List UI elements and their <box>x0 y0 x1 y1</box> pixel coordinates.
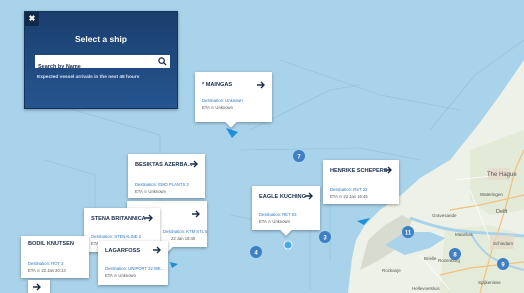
arrow-right-icon[interactable] <box>256 80 266 90</box>
cluster-marker[interactable]: 4 <box>250 246 262 258</box>
arrow-right-icon[interactable] <box>152 245 162 255</box>
ship-card[interactable]: BESIKTAS AZERBA... Destination: EMO PLAN… <box>128 154 205 198</box>
cluster-marker[interactable]: 7 <box>293 150 305 162</box>
arrow-right-icon[interactable] <box>304 191 314 201</box>
close-icon[interactable]: ✖ <box>25 12 39 26</box>
ship-name: STENA BRITANNICA <box>91 216 146 222</box>
ship-destination: Destination: UNIPORT 22 WE... <box>105 266 165 271</box>
search-input[interactable] <box>35 60 153 74</box>
place-label: Wateringen <box>480 192 503 197</box>
place-label: Hellevoetsluis <box>412 286 441 291</box>
ship-card[interactable]: LAGARFOSS Destination: UNIPORT 22 WE... … <box>98 241 168 285</box>
place-label: Rozenburg <box>438 258 461 263</box>
select-ship-panel: ✖ Select a ship Expected vessel arrivals… <box>24 11 178 109</box>
ship-name: BESIKTAS AZERBA... <box>135 162 193 168</box>
ship-destination: Destination: STENALINE 2 <box>91 234 142 239</box>
ship-name: LAGARFOSS <box>105 248 141 254</box>
arrivals-note: Expected vessel arrivals in the next 48 … <box>37 75 140 80</box>
place-label: Spijkenisse <box>478 280 501 285</box>
ship-card[interactable]: EAGLE KUCHING Destination: RET 03 ETA ⊙ … <box>252 186 320 236</box>
ship-destination: Destination: ROT 2 <box>28 261 64 266</box>
ship-eta: ETA ⊙ Unknown <box>259 219 290 224</box>
ship-eta: 22 Jan 16:40 <box>171 236 196 241</box>
ship-destination: Destination: EMO PLANTS 3 <box>135 182 189 187</box>
place-label: Maasluis <box>455 232 474 237</box>
ship-card[interactable]: * MAINGAS Destination: Unknown ETA ⊙ Unk… <box>195 72 272 128</box>
ship-name: EAGLE KUCHING <box>259 194 306 200</box>
place-label: Delft <box>496 209 508 215</box>
ship-eta: ETA ⊙ Unknown <box>105 273 136 278</box>
arrow-right-icon[interactable] <box>144 213 154 223</box>
cluster-marker[interactable]: 11 <box>402 226 414 238</box>
arrow-right-icon[interactable] <box>32 282 42 292</box>
ship-card-partial[interactable] <box>28 280 50 293</box>
ship-eta: ETA ⊙ Unknown <box>202 105 233 110</box>
ship-name: * MAINGAS <box>202 82 233 88</box>
ship-destination: Destination: Unknown <box>202 98 243 103</box>
ship-eta: ETA ⊙ Unknown <box>135 189 166 194</box>
ship-card[interactable]: BODIL KNUTSEN Destination: ROT 2 ETA ⊙ 2… <box>21 236 89 278</box>
vessel-dot[interactable] <box>283 240 293 250</box>
cluster-marker[interactable]: 3 <box>319 231 331 243</box>
search-icon[interactable] <box>158 57 167 66</box>
ship-name: HENRIKE SCHEPERS <box>330 168 388 174</box>
place-label: Schiedam <box>493 241 513 246</box>
ship-destination: Destination: KTM STL 5 <box>163 229 208 234</box>
place-label: Brielle <box>424 256 437 261</box>
ship-eta: ETA ⊙ 22 Jan 16:45 <box>330 194 368 199</box>
arrow-right-icon[interactable] <box>189 159 199 169</box>
ship-destination: Destination: RST 22 <box>330 187 368 192</box>
ship-eta: ETA ⊙ 22 Jan 20:13 <box>28 268 66 273</box>
panel-title: Select a ship <box>75 34 127 44</box>
search-box[interactable] <box>35 55 170 74</box>
cluster-marker[interactable]: 9 <box>497 258 509 270</box>
ship-name: BODIL KNUTSEN <box>28 241 74 247</box>
ship-destination: Destination: RET 03 <box>259 212 297 217</box>
place-label: Rockanje <box>382 268 401 273</box>
arrow-right-icon[interactable] <box>383 165 393 175</box>
place-label: The Hague <box>487 172 517 178</box>
place-label: Gravesande <box>432 213 457 218</box>
arrow-right-icon[interactable] <box>191 209 201 219</box>
ship-card[interactable]: HENRIKE SCHEPERS Destination: RST 22 ETA… <box>323 160 399 204</box>
svg-text:11: 11 <box>405 231 412 237</box>
